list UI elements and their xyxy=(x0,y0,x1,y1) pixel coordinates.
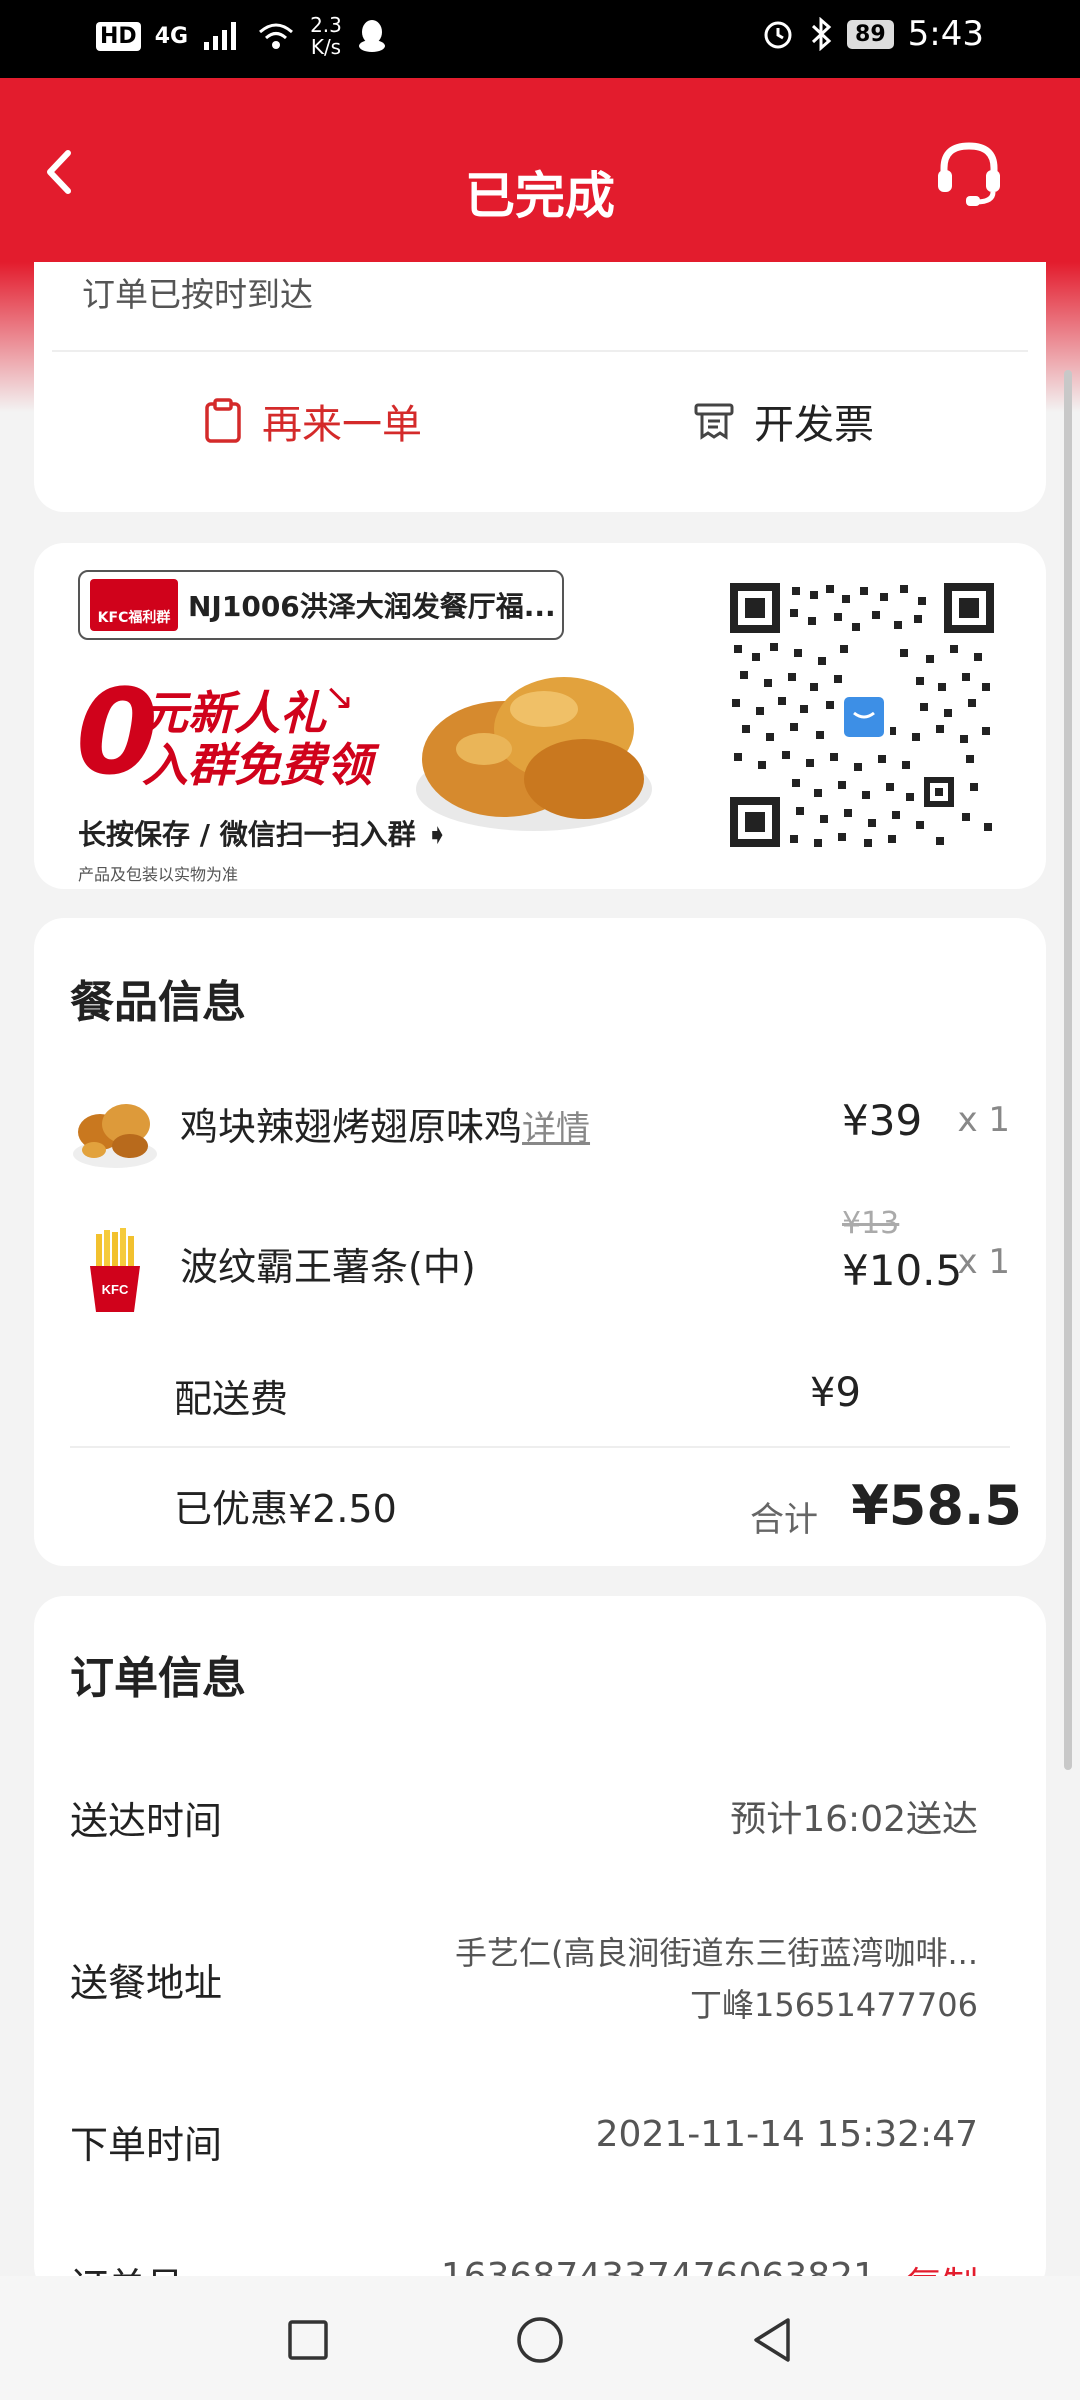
clipboard-icon xyxy=(205,398,241,443)
chicken-bucket-image xyxy=(73,1104,157,1168)
promo-line-2: 入群免费领 xyxy=(142,738,372,792)
arrival-status: 订单已按时到达 xyxy=(82,275,313,314)
battery-indicator: 89 xyxy=(847,19,894,49)
reorder-button[interactable]: 再来一单 xyxy=(204,392,422,450)
order-time-value: 2021-11-14 15:32:47 xyxy=(595,2114,978,2155)
square-nav-icon xyxy=(288,2320,328,2360)
wifi-icon xyxy=(259,23,294,49)
food-info-card: 餐品信息 鸡块辣翅烤翅原味鸡详情 ¥39 x 1 KFC 波纹霸王薯条(中) ¥… xyxy=(34,918,1046,1566)
header: 已完成 xyxy=(0,78,1080,262)
store-name-pill: KFC福利群 NJ1006洪泽大润发餐厅福... xyxy=(78,570,564,640)
kfc-logo: KFC福利群 xyxy=(90,579,178,631)
chicken-wings-image xyxy=(416,677,652,831)
delivery-fee-label: 配送费 xyxy=(174,1377,289,1421)
store-name: NJ1006洪泽大润发餐厅福... xyxy=(188,590,556,623)
customer-service-button[interactable] xyxy=(932,136,1006,210)
circle-nav-icon xyxy=(517,2317,563,2363)
recents-button[interactable] xyxy=(276,2308,340,2372)
save-tip: 长按保存 / 微信扫一扫入群 ➧ xyxy=(78,818,449,851)
invoice-button[interactable]: 开发票 xyxy=(694,392,874,450)
triangle-nav-icon xyxy=(754,2318,790,2362)
net-speed: 2.3 K/s xyxy=(310,13,342,59)
clock: 5:43 xyxy=(907,14,984,54)
item-price: ¥39 xyxy=(842,1096,923,1145)
order-time-label: 下单时间 xyxy=(70,2123,223,2167)
food-section-title: 餐品信息 xyxy=(70,977,246,1028)
back-nav-button[interactable] xyxy=(740,2308,804,2372)
qq-icon xyxy=(358,20,385,52)
headset-icon xyxy=(938,142,1000,206)
delivery-time-label: 送达时间 xyxy=(70,1799,223,1843)
system-nav-bar xyxy=(0,2276,1080,2400)
item-name: 波纹霸王薯条(中) xyxy=(180,1245,476,1289)
divider xyxy=(70,1446,1010,1448)
list-item: 鸡块辣翅烤翅原味鸡详情 ¥39 x 1 xyxy=(70,1084,1010,1194)
detail-link[interactable]: 详情 xyxy=(522,1109,590,1149)
disclaimer: 产品及包装以实物为准 xyxy=(78,865,239,884)
invoice-label: 开发票 xyxy=(754,402,874,448)
status-bar: HD 4G 2.3 K/s 89 5:43 xyxy=(0,0,1080,78)
svg-text:KFC: KFC xyxy=(102,1282,129,1297)
invoice-icon xyxy=(694,403,734,440)
item-name: 鸡块辣翅烤翅原味鸡 xyxy=(180,1105,523,1149)
scrollbar[interactable] xyxy=(1064,370,1072,1770)
address-line-1: 手艺仁(高良涧街道东三街蓝湾咖啡... xyxy=(454,1934,978,1972)
promo-arrow-icon: ↘ xyxy=(324,677,355,718)
order-section-title: 订单信息 xyxy=(70,1653,246,1704)
item-qty: x 1 xyxy=(957,1100,1010,1140)
hd-icon: HD xyxy=(96,21,141,51)
promo-banner[interactable]: KFC福利群 NJ1006洪泽大润发餐厅福... 0 元新人礼 ↘ 入群免费领 … xyxy=(34,543,1046,889)
network-label: 4G xyxy=(154,23,189,49)
original-price: ¥13 xyxy=(842,1206,900,1241)
order-status-card: 订单已按时到达 再来一单 开发票 xyxy=(34,262,1046,512)
total-price: ¥58.5 xyxy=(851,1474,1022,1537)
order-info-card: 订单信息 送达时间 预计16:02送达 送餐地址 手艺仁(高良涧街道东三街蓝湾咖… xyxy=(34,1596,1046,2309)
fries-image: KFC xyxy=(90,1228,140,1312)
divider xyxy=(52,350,1028,352)
list-item: KFC 波纹霸王薯条(中) ¥13 ¥10.5 x 1 xyxy=(70,1206,1010,1328)
page-title: 已完成 xyxy=(465,167,615,225)
delivery-fee: ¥9 xyxy=(810,1370,861,1416)
item-price: ¥10.5 xyxy=(842,1246,963,1295)
qr-code[interactable] xyxy=(730,583,994,847)
home-button[interactable] xyxy=(508,2308,572,2372)
address-line-2: 丁峰15651477706 xyxy=(690,1986,978,2024)
bluetooth-icon xyxy=(811,17,832,51)
signal-icon xyxy=(204,22,237,50)
address-label: 送餐地址 xyxy=(70,1961,223,2005)
discount-text: 已优惠¥2.50 xyxy=(174,1487,397,1531)
item-qty: x 1 xyxy=(957,1242,1010,1282)
reorder-label: 再来一单 xyxy=(262,402,422,448)
delivery-time-value: 预计16:02送达 xyxy=(730,1799,978,1840)
total-label: 合计 xyxy=(750,1500,818,1540)
alarm-icon xyxy=(764,21,792,49)
